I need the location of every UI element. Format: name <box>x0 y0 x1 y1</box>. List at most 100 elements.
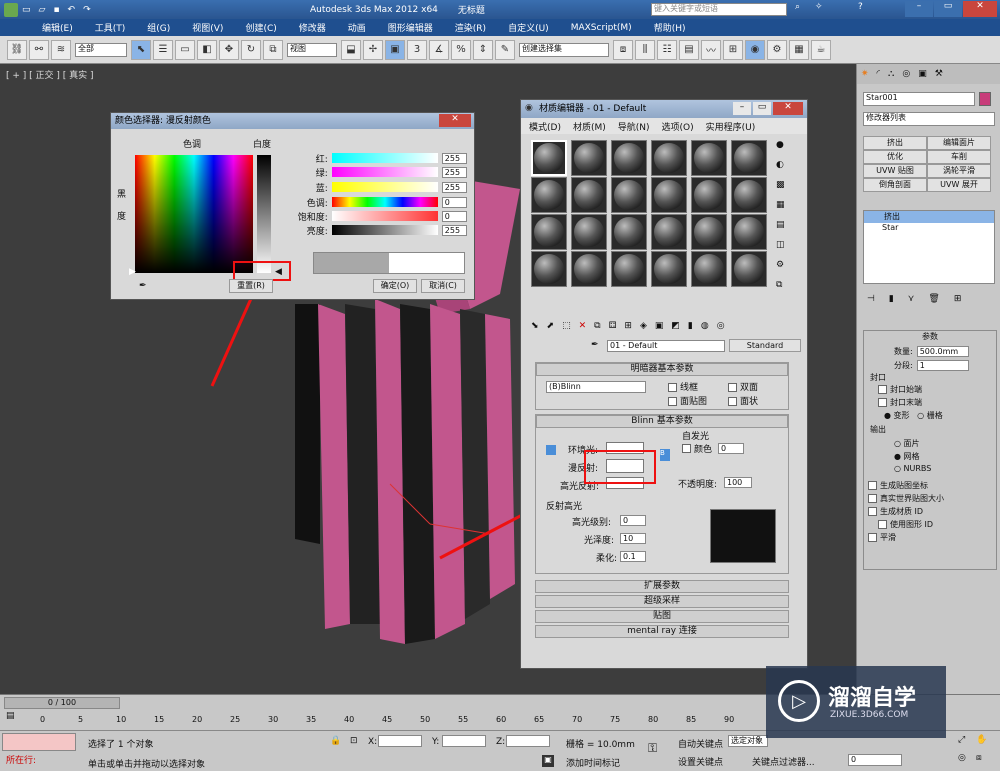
menu-create[interactable]: 创建(C) <box>245 21 276 34</box>
curve-editor-icon[interactable]: 〰 <box>701 39 721 60</box>
maximize-viewport-icon[interactable]: ⧈ <box>976 753 982 763</box>
add-time-tag-icon[interactable]: ▣ <box>542 755 554 767</box>
me-menu-options[interactable]: 选项(O) <box>662 120 694 133</box>
cancel-button[interactable]: 取消(C) <box>421 279 465 293</box>
zoom-extents-icon[interactable]: ⤢ <box>958 735 965 745</box>
pin-stack-icon[interactable]: ⊣ <box>867 294 875 304</box>
save-icon[interactable]: ▪ <box>53 5 59 15</box>
help-icon[interactable]: ? <box>858 2 863 12</box>
show-shaded-icon[interactable]: ▣ <box>655 321 664 331</box>
material-sample-slot[interactable] <box>651 214 687 250</box>
make-unique-map-icon[interactable]: ⚃ <box>609 321 617 331</box>
me-menu-modes[interactable]: 模式(D) <box>529 120 561 133</box>
soften-spinner[interactable]: 0.1 <box>620 551 646 562</box>
tools-icon[interactable]: ✧ <box>815 2 823 12</box>
put-to-library-icon[interactable]: ⊞ <box>624 321 632 331</box>
material-sample-slot[interactable] <box>691 251 727 287</box>
bevel-profile-button[interactable]: 倒角剖面 <box>863 178 927 192</box>
select-object-icon[interactable]: ⬉ <box>131 39 151 60</box>
faceted-checkbox[interactable] <box>728 397 737 406</box>
two-sided-checkbox[interactable] <box>728 383 737 392</box>
material-sample-slot[interactable] <box>571 251 607 287</box>
menu-customize[interactable]: 自定义(U) <box>508 21 549 34</box>
me-close-button[interactable]: ✕ <box>773 102 803 115</box>
morph-radio[interactable]: ● <box>884 411 894 420</box>
edit-named-sel-icon[interactable]: ✎ <box>495 39 515 60</box>
menu-edit[interactable]: 编辑(E) <box>42 21 73 34</box>
menu-animation[interactable]: 动画 <box>348 21 366 34</box>
orbit-icon[interactable]: ◎ <box>958 753 966 763</box>
copy-material-icon[interactable]: ⧉ <box>594 321 600 331</box>
put-to-scene-icon[interactable]: ⬈ <box>547 321 555 331</box>
utilities-tab-icon[interactable]: ⚒ <box>935 69 943 79</box>
modify-tab-icon[interactable]: ◜ <box>877 69 881 79</box>
get-material-icon[interactable]: ⬊ <box>531 321 539 331</box>
optimize-button[interactable]: 优化 <box>863 150 927 164</box>
app-logo-icon[interactable] <box>4 2 18 17</box>
smooth-checkbox[interactable] <box>868 533 877 542</box>
material-name-field[interactable]: 01 - Default <box>607 340 725 352</box>
gen-map-coords-checkbox[interactable] <box>868 481 877 490</box>
menu-graph-editors[interactable]: 图形编辑器 <box>388 21 433 34</box>
mesh-radio[interactable]: ● <box>894 452 904 461</box>
configure-sets-icon[interactable]: ⊞ <box>954 294 962 304</box>
set-key-button[interactable]: 设置关键点 <box>678 755 723 768</box>
mini-listener-icon[interactable]: ▤ <box>6 711 15 721</box>
make-preview-icon[interactable]: ◫ <box>776 240 798 260</box>
hue-blackness-field[interactable] <box>135 155 253 273</box>
material-sample-slot[interactable] <box>531 251 567 287</box>
select-by-name-icon[interactable]: ☰ <box>153 39 173 60</box>
pivot-icon[interactable]: ⬓ <box>341 39 361 60</box>
create-tab-icon[interactable]: ✷ <box>861 69 869 79</box>
close-button[interactable]: ✕ <box>963 1 997 17</box>
mental-ray-rollout[interactable]: mental ray 连接 <box>535 625 789 638</box>
stack-item-extrude[interactable]: 挤出 <box>864 211 994 223</box>
wire-checkbox[interactable] <box>668 383 677 392</box>
object-name-field[interactable]: Star001 <box>863 92 975 106</box>
options-icon[interactable]: ⚙ <box>776 260 798 280</box>
window-crossing-icon[interactable]: ◧ <box>197 39 217 60</box>
blue-slider[interactable] <box>331 182 438 192</box>
saturation-spinner[interactable]: 0 <box>441 210 467 222</box>
render-setup-icon[interactable]: ⚙ <box>767 39 787 60</box>
material-id-icon[interactable]: ◈ <box>640 321 647 331</box>
ok-button[interactable]: 确定(O) <box>373 279 417 293</box>
link-icon[interactable]: ⛓ <box>7 39 27 60</box>
snaps-toggle-icon[interactable]: 3 <box>407 39 427 60</box>
new-file-icon[interactable]: ▭ <box>22 5 31 15</box>
gen-mat-id-checkbox[interactable] <box>868 507 877 516</box>
current-frame-field[interactable]: 0 <box>848 754 902 766</box>
maximize-button[interactable]: ▭ <box>934 1 962 17</box>
patch-radio[interactable]: ○ <box>894 439 904 448</box>
angle-snap-icon[interactable]: ∡ <box>429 39 449 60</box>
extended-params-rollout[interactable]: 扩展参数 <box>535 580 789 593</box>
use-shape-id-checkbox[interactable] <box>878 520 887 529</box>
material-sample-slot[interactable] <box>611 177 647 213</box>
stack-item-star[interactable]: Star <box>864 223 994 235</box>
turbosmooth-button[interactable]: 涡轮平滑 <box>927 164 991 178</box>
material-sample-slot[interactable] <box>531 214 567 250</box>
align-icon[interactable]: ⫼ <box>635 39 655 60</box>
search-input[interactable]: 键入关键字或短语 <box>651 3 787 16</box>
self-illum-spinner[interactable]: 0 <box>718 443 745 454</box>
redo-icon[interactable]: ↷ <box>83 5 91 15</box>
material-sample-slot[interactable] <box>531 140 567 176</box>
spec-level-spinner[interactable]: 0 <box>620 515 646 526</box>
menu-rendering[interactable]: 渲染(R) <box>455 21 486 34</box>
edit-patch-button[interactable]: 编辑面片 <box>927 136 991 150</box>
key-icon[interactable]: ⚿ <box>648 741 657 756</box>
rendered-frame-icon[interactable]: ▦ <box>789 39 809 60</box>
named-selection-dropdown[interactable]: 创建选择集 <box>519 42 609 57</box>
menu-group[interactable]: 组(G) <box>147 21 170 34</box>
select-manipulate-icon[interactable]: ✢ <box>363 39 383 60</box>
uv-tiling-icon[interactable]: ▦ <box>776 200 798 220</box>
lock-ambient-diffuse-icon[interactable] <box>546 445 556 455</box>
eyedropper-icon[interactable]: ✒ <box>139 281 147 291</box>
z-coord-field[interactable] <box>506 735 550 747</box>
video-color-icon[interactable]: ▤ <box>776 220 798 240</box>
maps-rollout[interactable]: 贴图 <box>535 610 789 623</box>
material-sample-slot[interactable] <box>691 214 727 250</box>
rect-select-icon[interactable]: ▭ <box>175 39 195 60</box>
material-sample-slot[interactable] <box>571 177 607 213</box>
select-by-material-icon[interactable]: ⧉ <box>776 280 798 300</box>
